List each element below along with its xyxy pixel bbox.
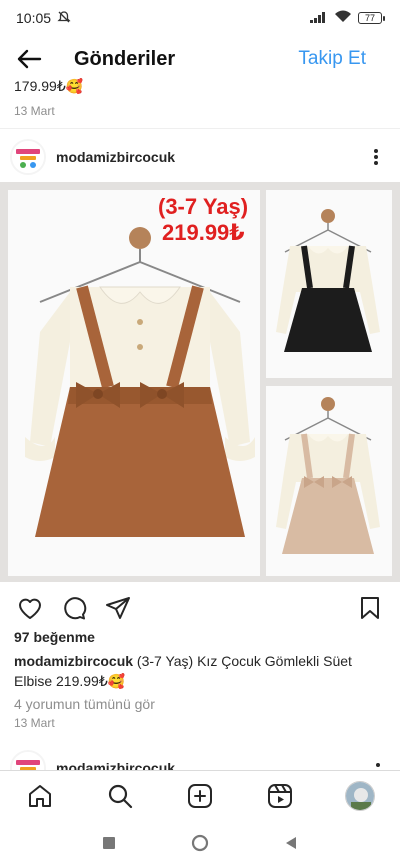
previous-post-date: 13 Mart (14, 104, 55, 118)
status-bar: 10:05 77 (0, 0, 400, 36)
view-comments-link[interactable]: 4 yorumun tümünü gör (14, 696, 155, 712)
system-navigation-bar (0, 820, 400, 866)
more-options-button[interactable] (376, 763, 380, 767)
save-button[interactable] (356, 594, 384, 622)
dot-icon (374, 149, 378, 153)
heart-icon (19, 598, 41, 619)
follow-button[interactable]: Takip Et (298, 48, 366, 70)
post-image[interactable]: (3-7 Yaş) 219.99₺ (0, 182, 400, 582)
more-options-button[interactable] (366, 146, 386, 168)
circle-icon (191, 834, 209, 852)
avatar[interactable] (10, 139, 46, 175)
mute-icon (57, 10, 71, 27)
post-header: modamizbircocuk (0, 136, 400, 180)
avatar[interactable] (10, 750, 46, 770)
nav-search[interactable] (106, 782, 134, 810)
send-icon (106, 597, 130, 619)
square-icon (103, 837, 115, 849)
comment-icon (64, 597, 87, 620)
back-button[interactable] (14, 46, 44, 72)
status-time: 10:05 (16, 10, 52, 26)
app-header: Gönderiler Takip Et (0, 36, 400, 82)
home-icon (29, 785, 51, 807)
bookmark-icon (361, 597, 379, 619)
signal-icon (310, 10, 328, 26)
triangle-back-icon (286, 837, 296, 849)
system-back-button[interactable] (280, 832, 302, 854)
home-button[interactable] (189, 832, 211, 854)
profile-photo-icon (346, 782, 374, 810)
brand-logo-icon (12, 141, 44, 173)
brand-logo-icon (12, 752, 44, 770)
back-arrow-icon (17, 49, 42, 69)
dot-icon (374, 155, 378, 159)
plus-square-icon (188, 784, 212, 808)
nav-reels[interactable] (266, 782, 294, 810)
overlay-price: 219.99₺ (162, 220, 245, 245)
post-actions (0, 590, 400, 624)
nav-profile[interactable] (344, 780, 376, 812)
avatar (345, 781, 375, 811)
like-button[interactable] (16, 594, 44, 622)
dot-icon (374, 161, 378, 165)
nav-create[interactable] (186, 782, 214, 810)
post-username[interactable]: modamizbircocuk (56, 149, 175, 165)
previous-post-caption: 179.99₺🥰 (14, 78, 84, 94)
wifi-icon (334, 10, 352, 26)
battery-indicator: 77 (358, 12, 385, 24)
reels-icon (268, 784, 292, 808)
recent-apps-button[interactable] (98, 832, 120, 854)
like-count[interactable]: 97 beğenme (14, 629, 95, 645)
bottom-navigation (0, 770, 400, 820)
post-caption: modamizbircocuk (3-7 Yaş) Kız Çocuk Göml… (14, 651, 386, 691)
next-post-header: modamizbircocuk (0, 746, 400, 770)
divider (0, 128, 400, 129)
caption-username[interactable]: modamizbircocuk (14, 653, 133, 669)
share-button[interactable] (104, 594, 132, 622)
search-icon (108, 784, 133, 809)
post-date: 13 Mart (14, 716, 55, 730)
overlay-age-range: (3-7 Yaş) (158, 194, 249, 219)
nav-home[interactable] (26, 782, 54, 810)
page-title: Gönderiler (74, 48, 176, 70)
next-post-username[interactable]: modamizbircocuk (56, 760, 175, 770)
comment-button[interactable] (60, 594, 88, 622)
